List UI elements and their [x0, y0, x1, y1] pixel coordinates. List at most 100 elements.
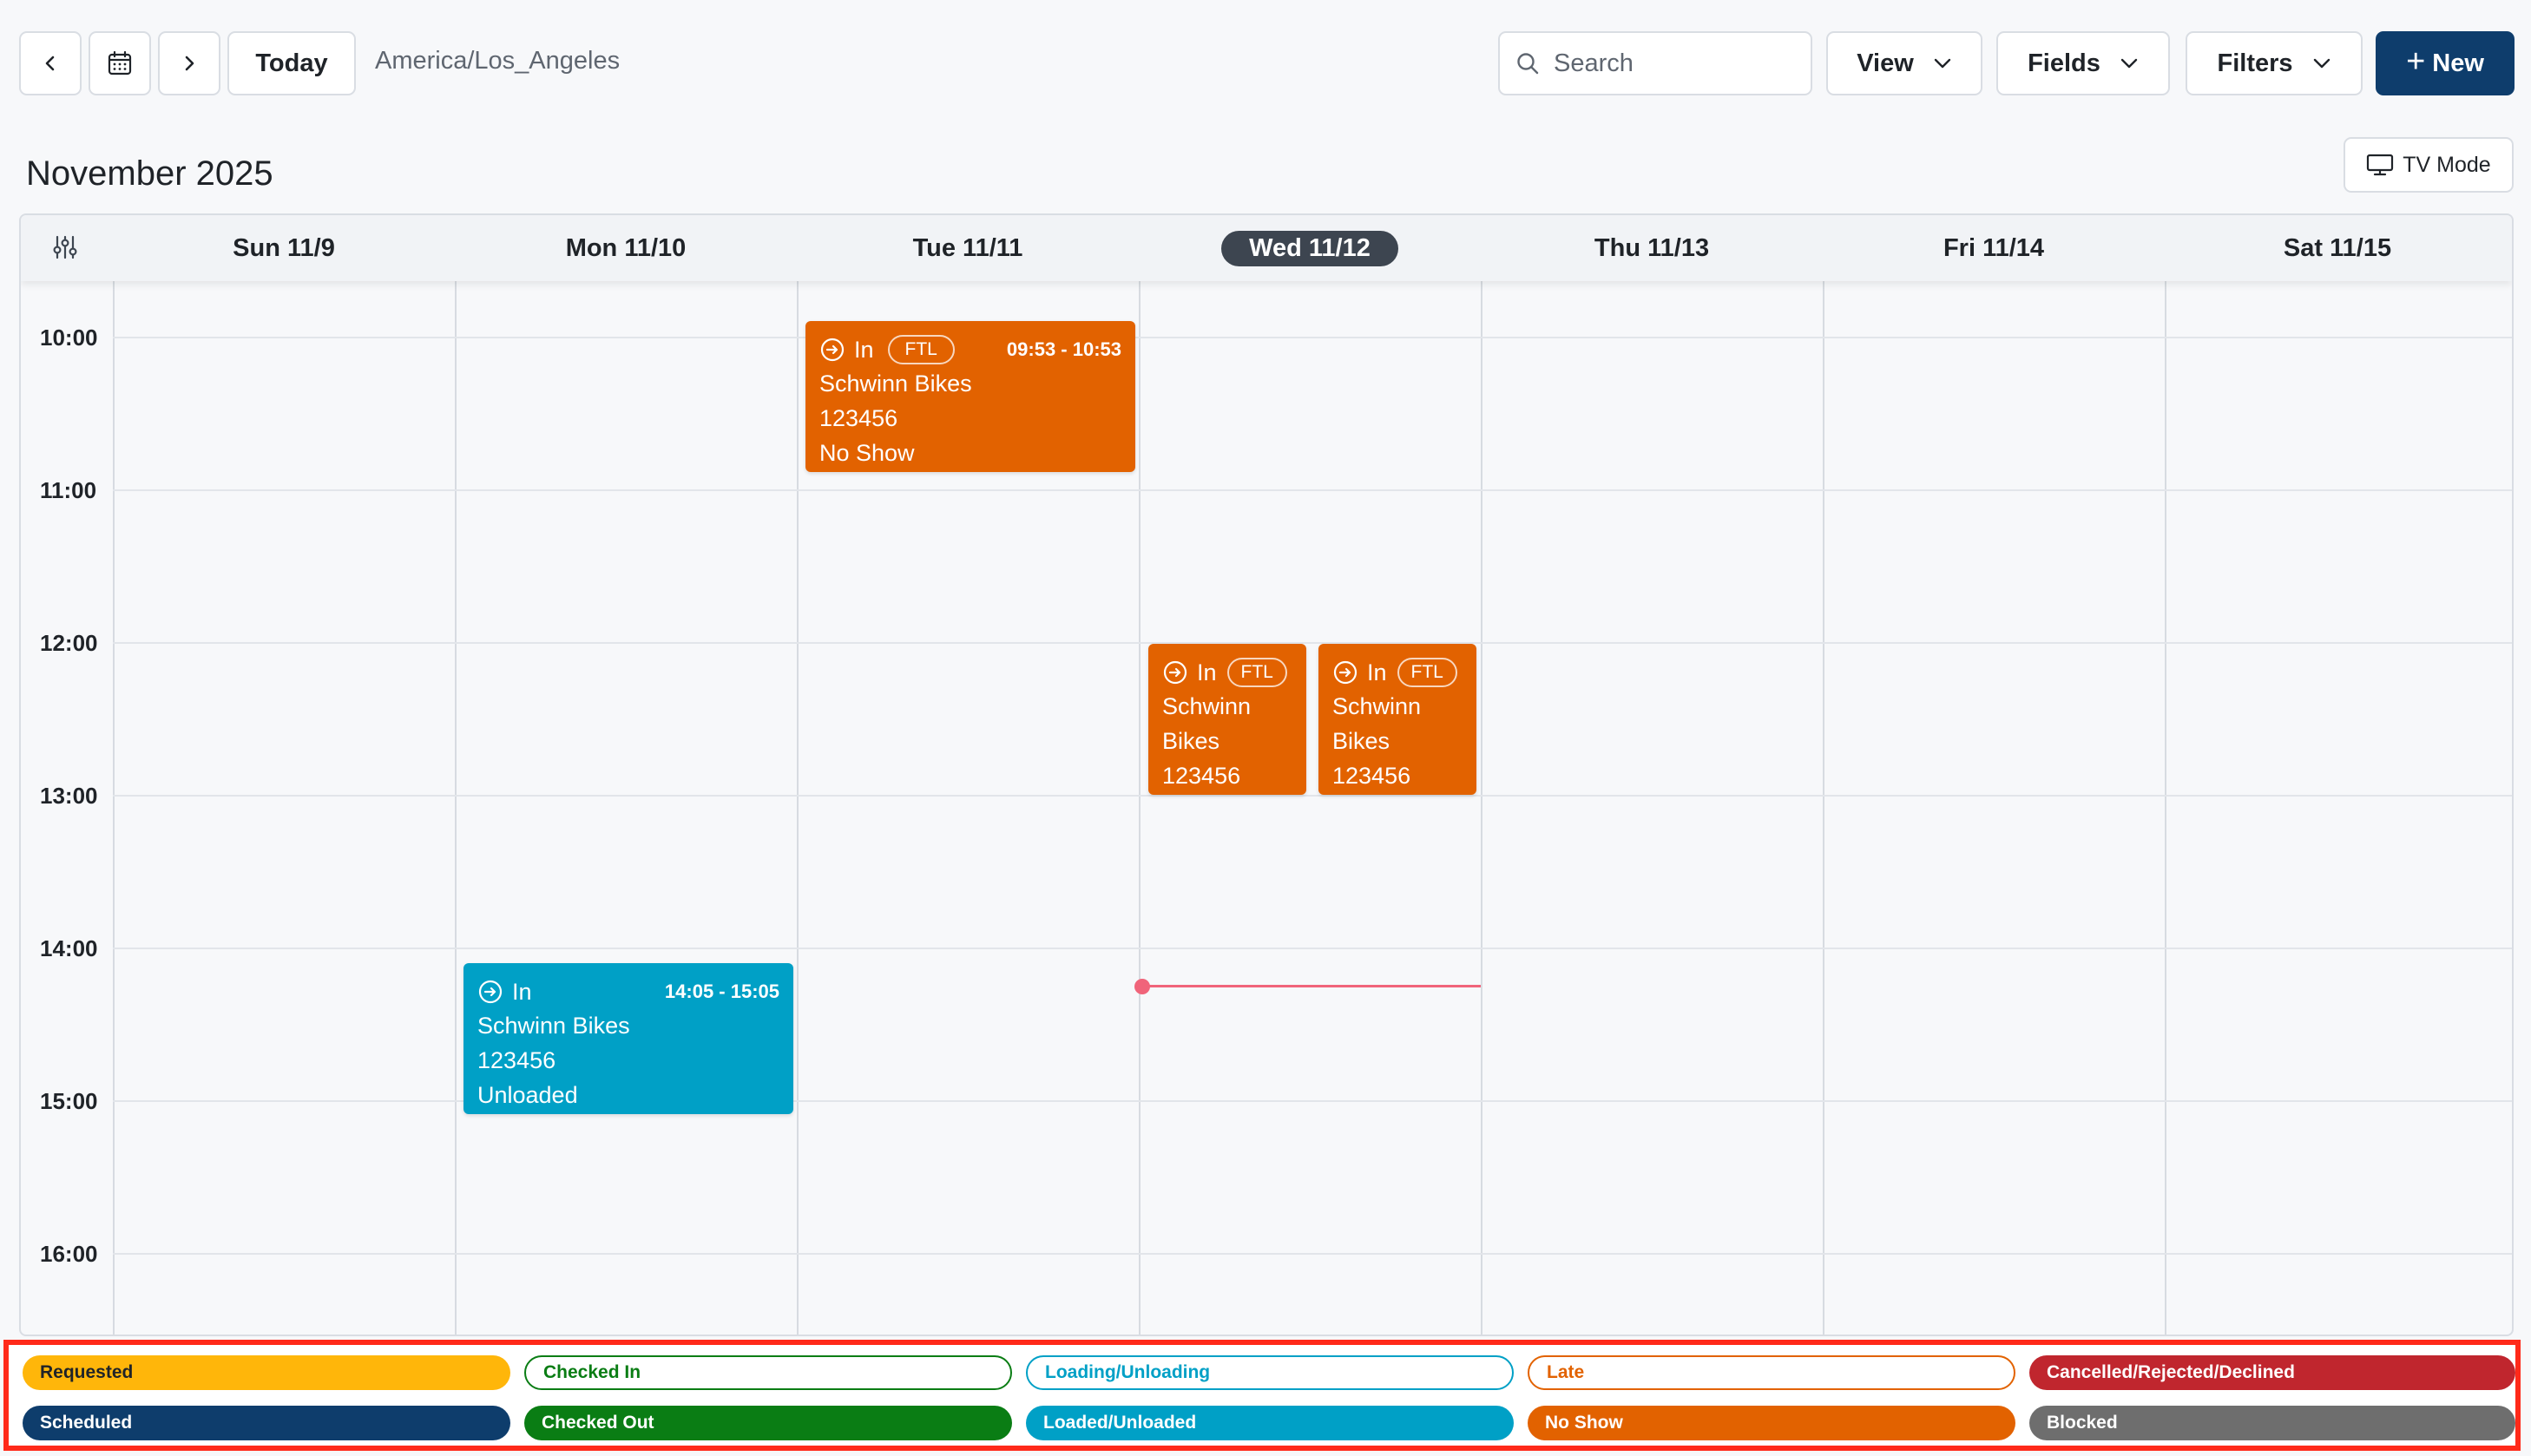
reference-number: 123456: [1162, 763, 1241, 789]
column-divider: [1139, 281, 1141, 1335]
day-header-sun[interactable]: Sun 11/9: [113, 215, 455, 281]
legend-late: Late: [1528, 1355, 2015, 1390]
column-divider: [113, 281, 115, 1335]
appointment-card[interactable]: In FTL Schwinn Bikes 123456: [1148, 644, 1306, 795]
date-picker-button[interactable]: [89, 31, 151, 95]
status-text: Unloaded: [477, 1082, 578, 1108]
week-calendar: Sun 11/9 Mon 11/10 Tue 11/11 Wed 11/12 T…: [19, 213, 2514, 1336]
plus-icon: +: [2406, 43, 2426, 80]
legend-scheduled: Scheduled: [23, 1406, 510, 1440]
filters-label: Filters: [2217, 49, 2293, 77]
calendar-settings-button[interactable]: [52, 234, 78, 265]
arrow-in-circle-icon: [1333, 660, 1358, 685]
legend-requested: Requested: [23, 1355, 510, 1390]
prev-week-button[interactable]: [19, 31, 82, 95]
status-text: No Show: [819, 440, 915, 466]
time-label: 13:00: [40, 783, 98, 809]
day-header-wed-today[interactable]: Wed 11/12: [1139, 215, 1481, 281]
day-header-mon[interactable]: Mon 11/10: [455, 215, 797, 281]
direction-label: In: [1197, 659, 1217, 685]
time-label: 10:00: [40, 325, 98, 351]
new-label: New: [2432, 49, 2484, 77]
chevron-down-icon: [1934, 58, 1950, 69]
hour-line: [113, 642, 2512, 644]
legend-blocked: Blocked: [2029, 1406, 2515, 1440]
legend-no-show: No Show: [1528, 1406, 2015, 1440]
tv-mode-button[interactable]: TV Mode: [2344, 137, 2514, 193]
carrier-name: Bikes: [1332, 728, 1390, 754]
appointment-card[interactable]: In FTL 09:53 - 10:53 Schwinn Bikes 12345…: [805, 321, 1135, 472]
appointment-card[interactable]: In 14:05 - 15:05 Schwinn Bikes 123456 Un…: [463, 963, 793, 1114]
arrow-in-circle-icon: [478, 980, 503, 1004]
load-type-badge: FTL: [1397, 658, 1457, 687]
today-button[interactable]: Today: [227, 31, 356, 95]
reference-number: 123456: [819, 405, 898, 431]
hour-line: [113, 337, 2512, 338]
direction-label: In: [512, 978, 532, 1005]
load-type-badge: FTL: [887, 335, 955, 364]
view-label: View: [1857, 49, 1914, 77]
page-title: November 2025: [26, 154, 273, 193]
reference-number: 123456: [1332, 763, 1411, 789]
day-header-sat[interactable]: Sat 11/15: [2165, 215, 2510, 281]
time-label: 16:00: [40, 1241, 98, 1267]
timezone-label: America/Los_Angeles: [375, 47, 621, 75]
day-header-tue[interactable]: Tue 11/11: [797, 215, 1139, 281]
time-label: 12:00: [40, 630, 98, 656]
reference-number: 123456: [477, 1047, 556, 1073]
carrier-name: Bikes: [1162, 728, 1220, 754]
appointment-time: 09:53 - 10:53: [1006, 338, 1121, 360]
arrow-in-circle-icon: [1163, 660, 1187, 685]
search-box[interactable]: [1498, 31, 1812, 95]
time-label: 14:00: [40, 935, 98, 961]
calendar-header: Sun 11/9 Mon 11/10 Tue 11/11 Wed 11/12 T…: [21, 215, 2512, 281]
hour-line: [113, 1253, 2512, 1255]
calendar-icon: [108, 50, 132, 75]
hour-line: [113, 795, 2512, 797]
chevron-down-icon: [2120, 58, 2138, 69]
legend-checked-out: Checked Out: [524, 1406, 1012, 1440]
direction-label: In: [1367, 659, 1387, 685]
column-divider: [797, 281, 799, 1335]
appointment-time: 14:05 - 15:05: [664, 981, 779, 1002]
chevron-right-icon: [185, 56, 194, 71]
column-divider: [1481, 281, 1482, 1335]
carrier-name: Schwinn Bikes: [477, 1013, 630, 1039]
appointment-card[interactable]: In FTL Schwinn Bikes 123456: [1318, 644, 1476, 795]
legend-cancelled: Cancelled/Rejected/Declined: [2029, 1355, 2515, 1390]
time-label: 15:00: [40, 1088, 98, 1114]
chevron-down-icon: [2313, 58, 2330, 69]
fields-dropdown[interactable]: Fields: [1996, 31, 2170, 95]
column-divider: [1823, 281, 1824, 1335]
load-type-badge: FTL: [1226, 658, 1287, 687]
sliders-icon: [53, 235, 77, 259]
carrier-name: Schwinn: [1162, 693, 1252, 719]
new-button[interactable]: + New: [2376, 31, 2515, 95]
direction-label: In: [854, 336, 874, 363]
view-dropdown[interactable]: View: [1826, 31, 1982, 95]
search-input[interactable]: [1552, 48, 1798, 79]
legend-loaded-unloaded: Loaded/Unloaded: [1026, 1406, 1514, 1440]
carrier-name: Schwinn: [1332, 693, 1422, 719]
hour-line: [113, 948, 2512, 949]
chevron-left-icon: [45, 56, 55, 71]
fields-label: Fields: [2028, 49, 2100, 77]
legend-loading-unloading: Loading/Unloading: [1026, 1355, 1514, 1390]
day-header-thu[interactable]: Thu 11/13: [1481, 215, 1823, 281]
arrow-in-circle-icon: [820, 338, 845, 362]
next-week-button[interactable]: [158, 31, 220, 95]
hour-line: [113, 489, 2512, 491]
monitor-icon: [2367, 154, 2394, 176]
legend-checked-in: Checked In: [524, 1355, 1012, 1390]
carrier-name: Schwinn Bikes: [819, 371, 972, 397]
today-label: Today: [255, 49, 328, 77]
current-time-line: [1142, 985, 1481, 987]
column-divider: [2165, 281, 2166, 1335]
column-divider: [455, 281, 457, 1335]
day-header-fri[interactable]: Fri 11/14: [1823, 215, 2165, 281]
search-icon: [1517, 53, 1539, 75]
filters-dropdown[interactable]: Filters: [2186, 31, 2363, 95]
current-time-dot: [1134, 979, 1150, 994]
time-label: 11:00: [40, 477, 97, 503]
status-legend: Requested Checked In Loading/Unloading L…: [3, 1340, 2521, 1451]
